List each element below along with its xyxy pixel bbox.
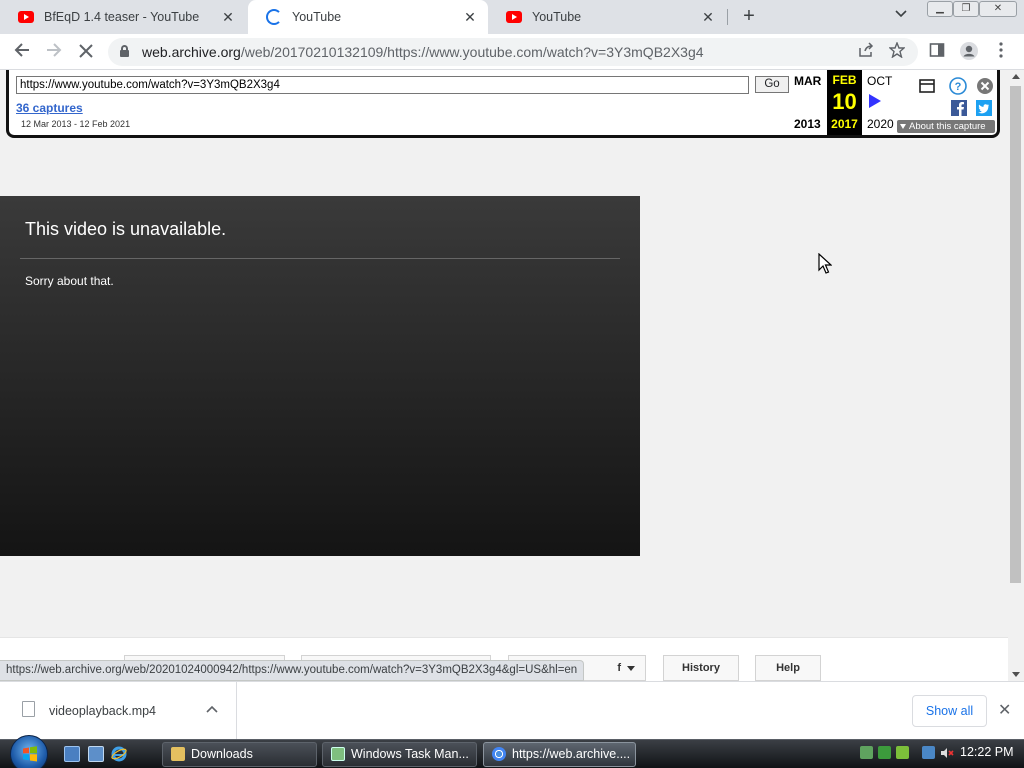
lock-icon[interactable] xyxy=(120,45,129,57)
task-manager-icon xyxy=(331,747,345,761)
tab-youtube-active[interactable]: YouTube ✕ xyxy=(248,0,488,34)
language-tray-icon[interactable] xyxy=(860,746,873,759)
taskbar-downloads[interactable]: Downloads xyxy=(162,742,317,767)
wayback-next-month[interactable]: OCT xyxy=(867,74,892,88)
chevron-up-icon[interactable] xyxy=(206,702,218,716)
windows-logo-icon xyxy=(23,746,37,762)
chrome-icon xyxy=(492,747,506,761)
svg-text:?: ? xyxy=(955,81,962,93)
battery-tray-icon[interactable] xyxy=(878,746,891,759)
new-tab-plus-icon[interactable]: + xyxy=(738,5,760,27)
taskbar-task-label: https://web.archive.... xyxy=(512,747,631,761)
wayback-next-year[interactable]: 2020 xyxy=(867,117,894,131)
window-toggle-icon[interactable] xyxy=(919,78,935,94)
tab-strip: BfEqD 1.4 teaser - YouTube ✕ YouTube ✕ Y… xyxy=(0,0,1024,34)
close-tab-icon[interactable]: ✕ xyxy=(700,9,716,26)
youtube-icon xyxy=(506,11,522,23)
page-scrollbar[interactable] xyxy=(1008,70,1024,681)
tab-separator xyxy=(727,9,728,25)
wayback-go-button[interactable]: Go xyxy=(755,76,789,93)
wayback-capture-range: 12 Mar 2013 - 12 Feb 2021 xyxy=(21,119,131,129)
forward-arrow-icon[interactable] xyxy=(43,41,65,63)
scrollbar-thumb[interactable] xyxy=(1010,86,1021,583)
switch-windows-icon[interactable] xyxy=(88,746,104,762)
tab-youtube[interactable]: YouTube ✕ xyxy=(488,0,726,34)
help-button[interactable]: Help xyxy=(755,655,821,681)
update-tray-icon[interactable] xyxy=(896,746,909,759)
error-title: This video is unavailable. xyxy=(25,219,227,239)
address-url[interactable]: web.archive.org/web/20170210132109/https… xyxy=(142,44,704,60)
wayback-prev-month[interactable]: MAR xyxy=(794,74,821,88)
wayback-captures-link[interactable]: 36 captures xyxy=(16,101,83,115)
browser-toolbar: web.archive.org/web/20170210132109/https… xyxy=(0,34,1024,70)
url-host: web.archive.org xyxy=(142,44,241,60)
facebook-icon[interactable] xyxy=(951,100,967,116)
address-bar[interactable]: web.archive.org/web/20170210132109/https… xyxy=(108,38,918,66)
wayback-next-capture-arrow-icon[interactable] xyxy=(869,94,881,108)
kebab-menu-icon[interactable] xyxy=(990,41,1012,63)
help-icon[interactable]: ? xyxy=(949,77,967,95)
stop-loading-icon[interactable] xyxy=(75,41,97,63)
profile-avatar-icon[interactable] xyxy=(958,41,980,63)
minimize-window-icon[interactable]: ▁ xyxy=(927,1,953,17)
close-window-icon[interactable]: ✕ xyxy=(979,1,1017,17)
wayback-current-capture: FEB 10 2017 xyxy=(827,70,862,135)
tab-title: YouTube xyxy=(532,10,582,24)
start-button[interactable] xyxy=(10,735,48,768)
network-tray-icon[interactable] xyxy=(922,746,935,759)
tab-title: YouTube xyxy=(292,10,342,24)
scroll-up-arrow-icon[interactable] xyxy=(1012,74,1020,79)
close-tab-icon[interactable]: ✕ xyxy=(462,9,478,26)
wayback-toolbar: Go 36 captures 12 Mar 2013 - 12 Feb 2021… xyxy=(6,70,1000,138)
video-player-error: This video is unavailable. Sorry about t… xyxy=(0,196,640,556)
tab-bfeqd-teaser[interactable]: BfEqD 1.4 teaser - YouTube ✕ xyxy=(0,0,246,34)
url-path: /web/20170210132109/https://www.youtube.… xyxy=(240,44,704,60)
mouse-pointer-icon xyxy=(818,252,833,275)
tab-title: BfEqD 1.4 teaser - YouTube xyxy=(44,10,200,24)
link-status-bubble: https://web.archive.org/web/202010240009… xyxy=(0,660,585,681)
download-shelf: videoplayback.mp4 Show all ✕ xyxy=(0,681,1024,740)
show-all-downloads-button[interactable]: Show all xyxy=(912,695,987,727)
side-panel-icon[interactable] xyxy=(926,41,948,63)
error-subtitle: Sorry about that. xyxy=(25,274,114,288)
folder-icon xyxy=(171,747,185,761)
youtube-icon xyxy=(18,11,34,23)
scroll-down-arrow-icon[interactable] xyxy=(1012,672,1020,677)
error-divider xyxy=(20,258,620,259)
loading-spinner-icon xyxy=(266,9,282,25)
footer-dropdown-label: f xyxy=(617,662,621,674)
taskbar-chrome[interactable]: https://web.archive.... xyxy=(483,742,636,767)
show-desktop-icon[interactable] xyxy=(64,746,80,762)
restore-window-icon[interactable]: ❐ xyxy=(953,1,979,17)
internet-explorer-icon[interactable] xyxy=(111,746,127,762)
tab-search-chevron-icon[interactable] xyxy=(895,7,907,21)
taskbar-task-label: Windows Task Man... xyxy=(351,747,469,761)
history-button[interactable]: History xyxy=(663,655,739,681)
back-arrow-icon[interactable] xyxy=(11,41,33,63)
close-download-shelf-icon[interactable]: ✕ xyxy=(998,700,1011,720)
bookmark-star-icon[interactable] xyxy=(888,41,906,62)
wayback-current-year: 2017 xyxy=(831,117,858,131)
share-icon[interactable] xyxy=(858,42,874,62)
dropdown-caret-icon xyxy=(627,666,635,671)
close-wayback-icon[interactable] xyxy=(976,77,993,94)
windows-taskbar: Downloads Windows Task Man... https://we… xyxy=(0,735,1024,768)
wayback-url-input[interactable] xyxy=(16,76,749,94)
close-tab-icon[interactable]: ✕ xyxy=(220,9,236,26)
taskbar-task-label: Downloads xyxy=(191,747,253,761)
taskbar-task-manager[interactable]: Windows Task Man... xyxy=(322,742,477,767)
taskbar-clock[interactable]: 12:22 PM xyxy=(960,745,1014,759)
file-icon xyxy=(22,701,35,717)
download-item[interactable]: videoplayback.mp4 xyxy=(0,682,237,740)
download-file-name: videoplayback.mp4 xyxy=(49,704,157,718)
wayback-current-month: FEB xyxy=(832,73,857,87)
about-this-capture-toggle[interactable]: About this capture xyxy=(897,120,995,133)
twitter-icon[interactable] xyxy=(976,100,992,116)
wayback-current-day: 10 xyxy=(832,89,857,114)
wayback-prev-year[interactable]: 2013 xyxy=(794,117,821,131)
volume-muted-icon[interactable] xyxy=(940,746,954,759)
